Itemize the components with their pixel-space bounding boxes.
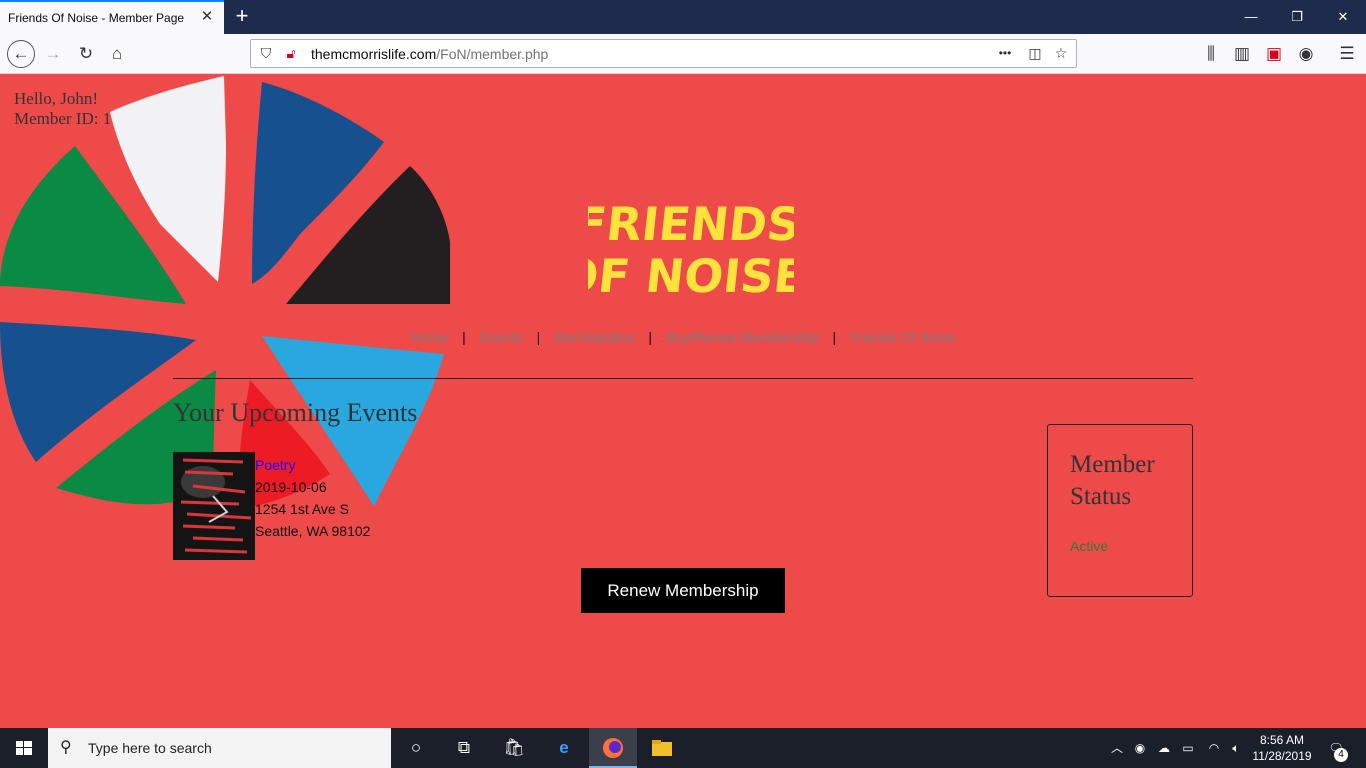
renew-membership-button[interactable]: Renew Membership	[581, 568, 785, 613]
friends-of-noise-logo[interactable]: FRIENDS OF NOISE	[588, 192, 794, 302]
file-explorer-icon[interactable]	[650, 736, 674, 760]
volume-icon[interactable]: 🔈︎	[1228, 740, 1244, 756]
page-content: Hello, John! Member ID: 1 FRIENDS OF NOI…	[0, 74, 1366, 728]
search-icon: ⚲	[60, 739, 72, 756]
browser-tab-active[interactable]: Friends Of Noise - Member Page ✕	[0, 0, 224, 34]
member-status-card: Member Status Active	[1047, 424, 1193, 597]
onedrive-icon[interactable]: ☁	[1156, 740, 1172, 756]
page-actions-icon[interactable]: •••	[995, 43, 1015, 63]
pocket-toolbar-icon[interactable]: ▣	[1262, 42, 1286, 66]
home-icon[interactable]: ⌂	[105, 42, 129, 66]
library-icon[interactable]: ⫼	[1199, 42, 1223, 66]
member-status-value: Active	[1070, 538, 1109, 554]
tab-close-icon[interactable]: ✕	[199, 9, 215, 25]
upcoming-events-heading: Your Upcoming Events	[173, 398, 418, 427]
minimize-button[interactable]: —	[1240, 6, 1262, 28]
reload-icon[interactable]: ↻	[74, 42, 98, 66]
edge-icon[interactable]: e	[552, 736, 576, 760]
restore-button[interactable]: ❐	[1286, 6, 1308, 28]
windows-logo-icon	[16, 741, 32, 755]
logo-line-2: OF NOISE	[588, 249, 794, 302]
record-icon[interactable]: ◉	[1132, 740, 1148, 756]
cortana-icon[interactable]: ○	[404, 736, 428, 760]
forward-arrow-icon[interactable]: →	[41, 42, 65, 66]
windows-taskbar: ⚲ Type here to search ○ ⧉ 🛍︎ e ︿ ◉ ☁ ▭ ◠…	[0, 728, 1366, 768]
back-arrow-icon[interactable]: ←	[7, 40, 35, 68]
wifi-icon[interactable]: ◠	[1206, 740, 1222, 756]
sidebar-icon[interactable]: ▥	[1230, 42, 1254, 66]
browser-navbar: ← → ↻ ⌂ ⛉ 🔓︎ themcmorrislife.com/FoN/mem…	[0, 34, 1366, 74]
nav-link-friends-of-noise[interactable]: Friends Of Noise	[836, 329, 969, 345]
url-text[interactable]: themcmorrislife.com/FoN/member.php	[311, 46, 548, 62]
clock-date: 11/28/2019	[1252, 749, 1312, 763]
bookmark-star-icon[interactable]: ☆	[1051, 43, 1071, 63]
account-icon[interactable]: ◉	[1294, 42, 1318, 66]
member-greeting: Hello, John! Member ID: 1	[14, 89, 111, 129]
event-details: Poetry 2019-10-06 1254 1st Ave S Seattle…	[255, 454, 370, 542]
site-nav: Home | Events | Merchandise | Buy/Renew Member…	[0, 329, 1366, 345]
shield-icon[interactable]: ⛉	[256, 43, 276, 63]
greeting-text: Hello, John!	[14, 89, 99, 108]
notification-count-badge: 4	[1334, 748, 1348, 762]
window-close-button[interactable]: ✕	[1332, 6, 1354, 28]
start-button[interactable]	[0, 728, 48, 768]
nav-link-home[interactable]: Home	[397, 329, 462, 345]
browser-titlebar: Friends Of Noise - Member Page ✕ + — ❐ ✕	[0, 0, 1366, 34]
event-date: 2019-10-06	[255, 479, 327, 495]
member-id-text: Member ID: 1	[14, 109, 112, 128]
nav-link-events[interactable]: Events	[466, 329, 537, 345]
nav-link-membership[interactable]: Buy/Renew Membership	[652, 329, 833, 345]
member-status-title: Member Status	[1070, 451, 1155, 510]
clock-time: 8:56 AM	[1259, 733, 1305, 747]
pocket-icon[interactable]: ◫	[1025, 43, 1045, 63]
tab-title: Friends Of Noise - Member Page	[8, 11, 185, 25]
event-address-line-2: Seattle, WA 98102	[255, 523, 371, 539]
task-view-icon[interactable]: ⧉	[452, 736, 476, 760]
event-poster-image[interactable]	[173, 452, 255, 560]
nav-link-merchandise[interactable]: Merchandise	[540, 329, 648, 345]
battery-icon[interactable]: ▭	[1180, 740, 1196, 756]
logo-line-1: FRIENDS	[588, 197, 794, 251]
section-divider	[173, 378, 1193, 379]
tray-overflow-icon[interactable]: ︿	[1109, 740, 1125, 756]
event-address-line-1: 1254 1st Ave S	[255, 501, 349, 517]
new-tab-button[interactable]: +	[231, 4, 253, 28]
taskbar-search-placeholder: Type here to search	[88, 740, 212, 756]
store-icon[interactable]: 🛍︎	[502, 736, 526, 760]
firefox-taskbar-item[interactable]	[589, 728, 637, 768]
taskbar-clock[interactable]: 8:56 AM 11/28/2019	[1246, 732, 1318, 764]
event-name-link[interactable]: Poetry	[255, 457, 295, 473]
insecure-lock-icon[interactable]: 🔓︎	[281, 43, 301, 63]
decorative-shapes	[0, 76, 450, 510]
taskbar-search-box[interactable]: ⚲ Type here to search	[48, 728, 391, 768]
menu-icon[interactable]: ☰	[1335, 42, 1359, 66]
firefox-icon	[603, 738, 623, 758]
address-bar[interactable]: ⛉ 🔓︎ themcmorrislife.com/FoN/member.php …	[250, 39, 1077, 68]
